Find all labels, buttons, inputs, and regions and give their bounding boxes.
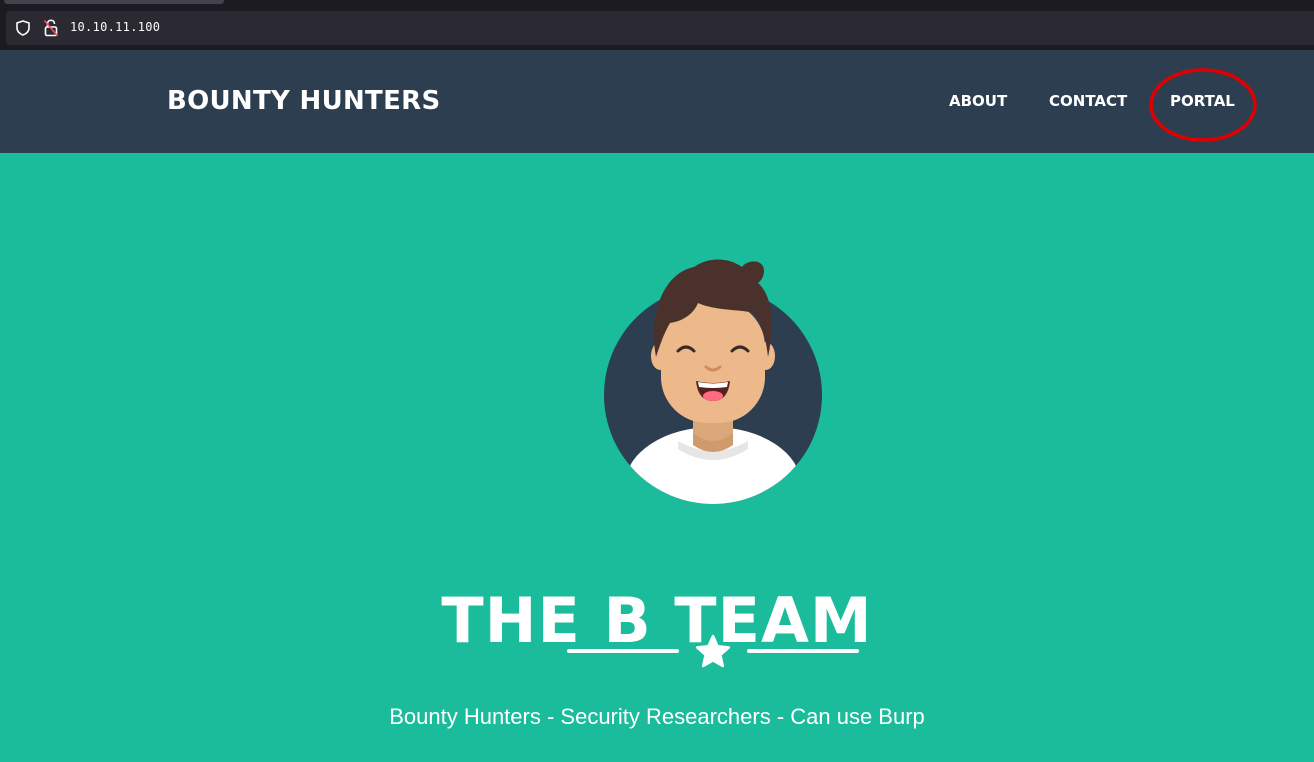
nav-link-about[interactable]: ABOUT: [949, 92, 1007, 110]
url-text[interactable]: 10.10.11.100: [70, 20, 160, 34]
address-bar[interactable]: [6, 11, 1314, 45]
tab-strip: [0, 0, 1314, 8]
page-title: THE B TEAM: [441, 583, 873, 657]
page-subtitle: Bounty Hunters - Security Researchers - …: [389, 704, 925, 729]
avatar-icon: [604, 259, 822, 504]
insecure-lock-icon[interactable]: [44, 19, 58, 37]
divider-line-left: [567, 649, 679, 653]
shield-icon[interactable]: [16, 20, 30, 36]
nav-link-contact[interactable]: CONTACT: [1049, 92, 1127, 110]
star-icon: [695, 634, 731, 668]
active-tab[interactable]: [4, 0, 224, 4]
highlight-circle-annotation: [1149, 68, 1257, 142]
divider-line-right: [747, 649, 859, 653]
site-brand[interactable]: BOUNTY HUNTERS: [167, 86, 440, 116]
